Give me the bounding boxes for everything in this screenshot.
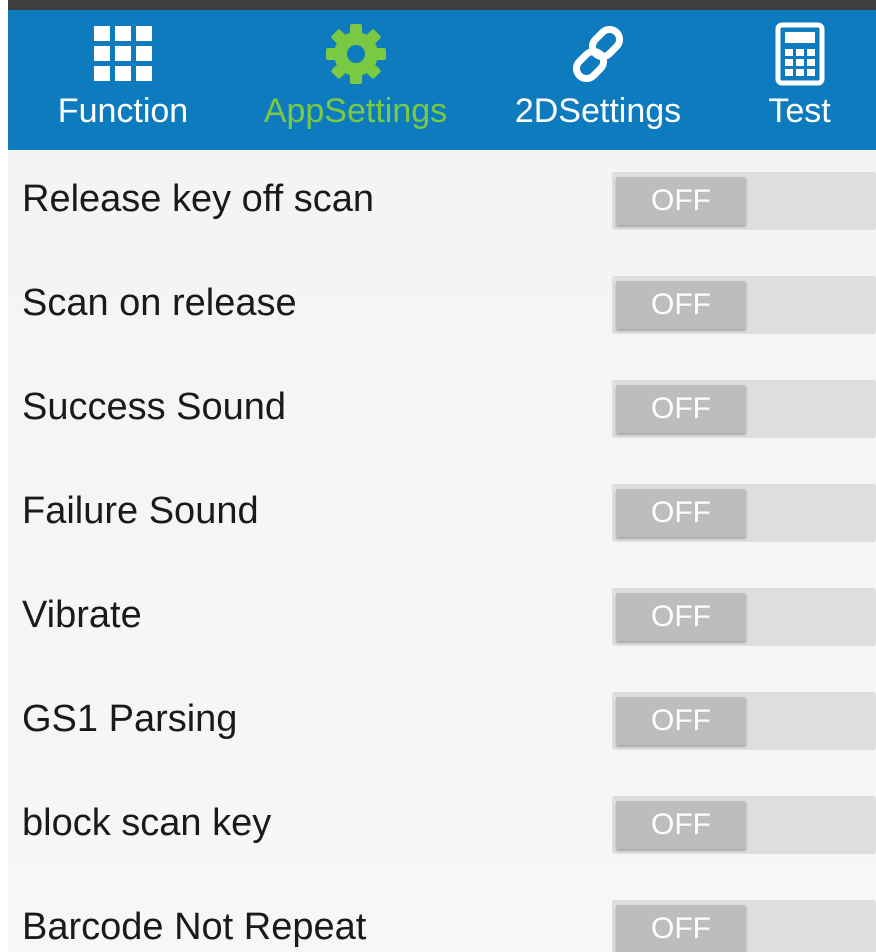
toggle-knob: OFF [616,593,746,641]
setting-barcode-not-repeat: Barcode Not Repeat OFF [8,878,876,952]
setting-block-scan-key: block scan key OFF [8,774,876,878]
setting-failure-sound: Failure Sound OFF [8,462,876,566]
settings-list: Release key off scan OFF Scan on release… [8,150,876,952]
toggle-state: OFF [651,392,711,425]
release-key-off-scan-toggle[interactable]: OFF [612,172,876,230]
setting-release-key-off-scan: Release key off scan OFF [8,150,876,254]
failure-sound-toggle[interactable]: OFF [612,484,876,542]
tab-2dsettings-label: 2DSettings [514,92,682,130]
setting-scan-on-release: Scan on release OFF [8,254,876,358]
tab-appsettings-label: AppSettings [263,92,448,130]
vibrate-toggle[interactable]: OFF [612,588,876,646]
toggle-state: OFF [651,288,711,321]
setting-label: Success Sound [22,386,287,428]
gs1-parsing-toggle[interactable]: OFF [612,692,876,750]
toggle-knob: OFF [616,801,746,849]
tab-appsettings[interactable]: AppSettings [238,10,473,150]
toggle-knob: OFF [616,697,746,745]
setting-label: GS1 Parsing [22,698,238,740]
toggle-state: OFF [651,704,711,737]
setting-label: Scan on release [22,282,297,324]
block-scan-key-toggle[interactable]: OFF [612,796,876,854]
setting-label: block scan key [22,802,272,844]
status-strip [8,0,876,10]
toggle-state: OFF [651,184,711,217]
setting-vibrate: Vibrate OFF [8,566,876,670]
tab-function[interactable]: Function [8,10,238,150]
success-sound-toggle[interactable]: OFF [612,380,876,438]
setting-success-sound: Success Sound OFF [8,358,876,462]
setting-label: Failure Sound [22,490,259,532]
tab-function-label: Function [57,92,189,130]
setting-label: Vibrate [22,594,142,636]
barcode-not-repeat-toggle[interactable]: OFF [612,900,876,952]
toggle-state: OFF [651,496,711,529]
toggle-knob: OFF [616,489,746,537]
setting-label: Barcode Not Repeat [22,906,367,948]
toggle-knob: OFF [616,385,746,433]
tab-test-label: Test [768,92,831,130]
toggle-knob: OFF [616,905,746,952]
toggle-knob: OFF [616,281,746,329]
toggle-state: OFF [651,912,711,945]
toggle-knob: OFF [616,177,746,225]
toggle-state: OFF [651,600,711,633]
link-icon [572,25,624,83]
gear-icon [325,24,386,84]
toggle-state: OFF [651,808,711,841]
scan-on-release-toggle[interactable]: OFF [612,276,876,334]
tab-2dsettings[interactable]: 2DSettings [473,10,723,150]
setting-gs1-parsing: GS1 Parsing OFF [8,670,876,774]
calculator-icon [775,22,824,86]
grid-icon [94,26,152,81]
tab-bar: Function AppSettings 2DSettings Test [8,10,876,150]
tab-test[interactable]: Test [723,10,876,150]
setting-label: Release key off scan [22,178,375,220]
